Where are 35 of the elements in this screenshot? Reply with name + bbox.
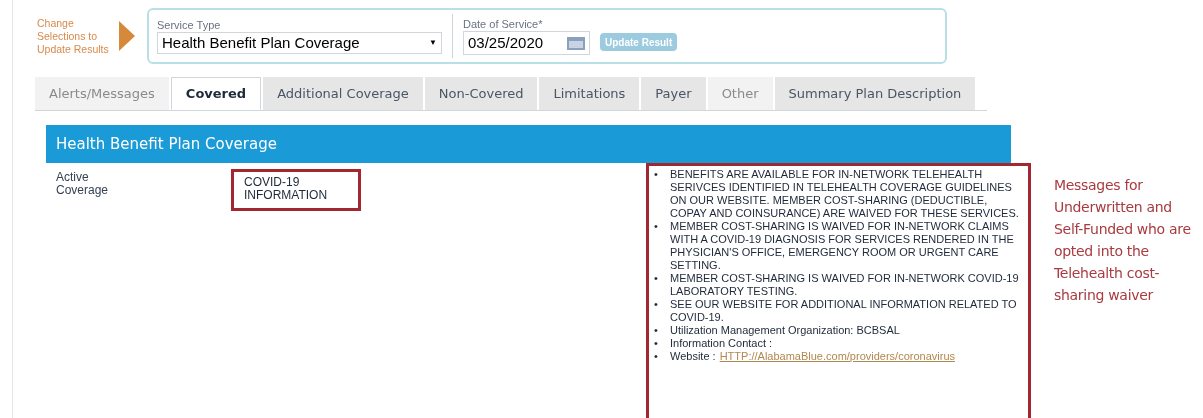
bullet-icon: •: [654, 168, 670, 220]
message-text: SEE OUR WEBSITE FOR ADDITIONAL INFORMATION RELATED TO COVID-19.: [670, 298, 1018, 324]
field-label: Date of Service*: [463, 17, 544, 31]
field-label: Service Type: [157, 18, 222, 32]
message-text: BENEFITS ARE AVAILABLE FOR IN-NETWORK TELEHEALTH SERIVCES IDENTIFIED IN TELEHEALTH COVERAGE GUIDELINES ON OUR WEBSITE. MEMBER COST-SHARING (DEDUCTIBLE, COPAY AND COINSURANCE) ARE WAIVED FOR THESE SERVICES.: [670, 168, 1020, 220]
tab[interactable]: Additional Coverage: [263, 77, 423, 110]
date-value: 03/25/2020: [468, 32, 544, 53]
message-text: Information Contact :: [670, 337, 773, 350]
bullet-icon: •: [654, 272, 670, 298]
caret-icon: ▼: [429, 37, 437, 49]
bullet-icon: •: [654, 324, 670, 337]
message-text: Utilization Management Organization: BCBSAL: [670, 324, 900, 337]
website-link[interactable]: HTTP://AlabamaBlue.com/providers/coronavirus: [719, 350, 956, 363]
row-label: Active Coverage: [56, 171, 110, 199]
annotation-text: Messages for Underwritten and Self-Funded who are opted into the Telehealth cost-sharing waiver: [1054, 176, 1192, 305]
message-text: MEMBER COST-SHARING IS WAIVED FOR IN-NETWORK COVID-19 LABORATORY TESTING.: [670, 272, 1020, 298]
bullet-icon: •: [654, 220, 670, 272]
tab[interactable]: Summary Plan Description: [774, 77, 976, 110]
coverage-value: COVID-19 INFORMATION: [244, 176, 329, 202]
section-title: Health Benefit Plan Coverage: [56, 133, 277, 155]
message-text: MEMBER COST-SHARING IS WAIVED FOR IN-NETWORK CLAIMS WITH A COVID-19 DIAGNOSIS FOR SERVICES RENDERED IN THE PHYSICIAN'S OFFICE, EMERGENCY ROOM OR URGENT CARE SETTING.: [670, 220, 1015, 272]
message-text: Website :: [670, 350, 716, 363]
tab[interactable]: Limitations: [539, 77, 640, 110]
bullet-icon: •: [654, 350, 670, 363]
bullet-icon: •: [654, 337, 670, 350]
date-field[interactable]: 03/25/2020: [463, 31, 590, 55]
service-type-dropdown[interactable]: Health Benefit Plan Coverage ▼: [157, 32, 442, 54]
tab[interactable]: Payer: [641, 77, 706, 110]
tab[interactable]: Non-Covered: [424, 77, 538, 110]
bullet-icon: •: [654, 298, 670, 324]
tab[interactable]: Covered: [170, 77, 262, 110]
calendar-icon: [567, 36, 585, 50]
prompt-text: Change Selections to Update Results: [37, 16, 109, 56]
arrow-icon: [119, 21, 135, 51]
dropdown-value: Health Benefit Plan Coverage: [162, 32, 360, 53]
